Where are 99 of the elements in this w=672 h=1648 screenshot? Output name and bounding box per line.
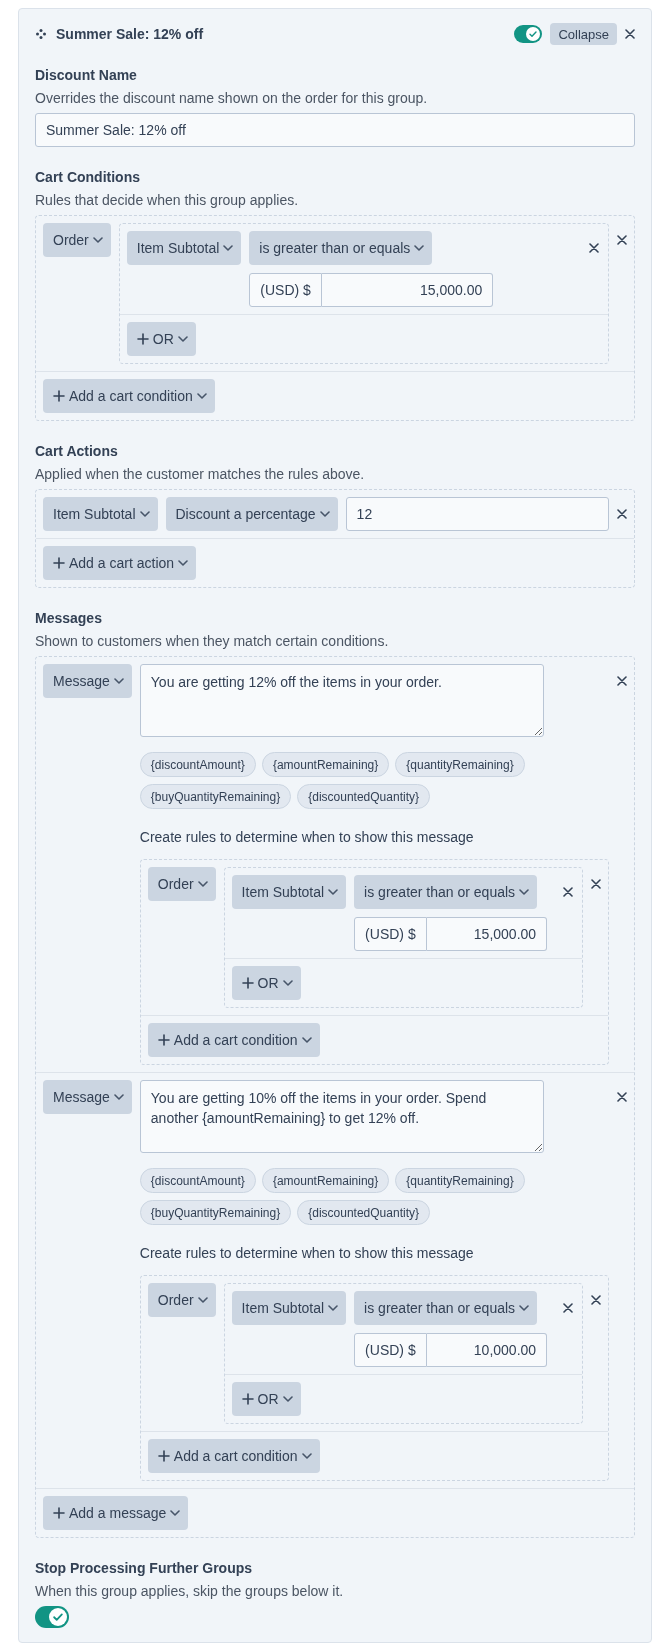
chevron-down-icon [139,511,150,517]
token-chip[interactable]: {amountRemaining} [261,1168,390,1193]
chevron-down-icon [177,336,188,342]
percentage-input[interactable]: 12 [345,497,609,531]
token-chip[interactable]: {amountRemaining} [261,752,390,777]
drag-handle-icon[interactable] [36,29,46,39]
scope-dropdown[interactable]: Order [147,867,216,901]
section-label: Cart Actions [35,442,119,461]
token-chip[interactable]: {discountedQuantity} [297,784,430,809]
chevron-down-icon [414,245,425,251]
token-chip[interactable]: {discountAmount} [139,752,256,777]
message-type-dropdown[interactable]: Message [43,664,132,698]
token-chip[interactable]: {quantityRemaining} [395,1168,525,1193]
section-label: Cart Conditions [35,168,141,187]
message-textarea[interactable]: You are getting 12% off the items in your order. [139,664,544,737]
check-icon [526,27,541,41]
amount-input[interactable]: 15,000.00 [426,917,548,951]
close-icon[interactable] [589,243,599,253]
or-button[interactable]: OR [231,1382,301,1416]
add-condition-button[interactable]: Add a cart condition [43,379,215,413]
add-message-button[interactable]: Add a message [43,1496,189,1530]
currency-prefix: (USD) $ [354,1333,427,1367]
action-type-dropdown[interactable]: Discount a percentage [165,497,338,531]
token-chip[interactable]: {buyQuantityRemaining} [139,1200,292,1225]
close-icon[interactable] [563,887,573,897]
plus-icon [241,1393,254,1405]
operator-dropdown[interactable]: is greater than or equals [354,1291,538,1325]
plus-icon [157,1034,170,1046]
plus-icon [53,390,65,402]
chevron-down-icon [197,881,208,887]
chevron-down-icon [170,1510,181,1516]
section-description: When this group applies, skip the groups below it. [35,1582,345,1601]
scope-dropdown[interactable]: Order [147,1283,216,1317]
chevron-down-icon [519,889,530,895]
currency-prefix: (USD) $ [354,917,427,951]
field-dropdown[interactable]: Item Subtotal [231,875,347,909]
target-dropdown[interactable]: Item Subtotal [43,497,158,531]
section-label: Discount Name [35,66,138,85]
chevron-down-icon [197,1297,208,1303]
section-description: Rules that decide when this group applies. [35,191,300,210]
close-icon[interactable] [616,1092,627,1102]
enabled-toggle[interactable] [514,25,543,43]
section-description: Applied when the customer matches the rules above. [35,465,366,484]
chevron-down-icon [328,1305,339,1311]
discount-name-input[interactable]: Summer Sale: 12% off [35,113,635,147]
stop-processing-toggle[interactable] [35,1606,69,1628]
chevron-down-icon [319,511,330,517]
chevron-down-icon [92,237,103,243]
plus-icon [136,333,149,345]
or-button[interactable]: OR [231,966,301,1000]
operator-dropdown[interactable]: is greater than or equals [354,875,538,909]
section-label: Messages [35,609,103,628]
rules-hint: Create rules to determine when to show this message [139,828,475,847]
add-condition-button[interactable]: Add a cart condition [147,1439,320,1473]
plus-icon [53,557,65,569]
chevron-down-icon [301,1037,312,1043]
chevron-down-icon [113,678,124,684]
close-icon[interactable] [590,1295,601,1305]
chevron-down-icon [282,980,293,986]
section-description: Overrides the discount name shown on the order for this group. [35,89,429,108]
chevron-down-icon [301,1453,312,1459]
close-icon[interactable] [563,1303,573,1313]
token-chip[interactable]: {buyQuantityRemaining} [139,784,292,809]
field-dropdown[interactable]: Item Subtotal [231,1291,347,1325]
scope-dropdown[interactable]: Order [43,223,111,257]
plus-icon [157,1450,170,1462]
close-icon[interactable] [616,509,627,519]
close-icon[interactable] [616,676,627,686]
chevron-down-icon [113,1094,124,1100]
close-icon[interactable] [625,29,635,39]
close-icon[interactable] [616,235,627,245]
chevron-down-icon [178,560,189,566]
message-textarea[interactable]: You are getting 10% off the items in your order. Spend another {amountRemaining} to get 12% off. [139,1080,544,1153]
amount-input[interactable]: 10,000.00 [426,1333,548,1367]
add-condition-button[interactable]: Add a cart condition [147,1023,320,1057]
field-dropdown[interactable]: Item Subtotal [126,231,242,265]
rules-hint: Create rules to determine when to show this message [139,1244,475,1263]
section-label: Stop Processing Further Groups [35,1559,254,1578]
add-action-button[interactable]: Add a cart action [43,546,197,580]
chevron-down-icon [328,889,339,895]
plus-icon [241,977,254,989]
amount-input[interactable]: 15,000.00 [321,273,494,307]
chevron-down-icon [519,1305,530,1311]
currency-prefix: (USD) $ [249,273,322,307]
operator-dropdown[interactable]: is greater than or equals [249,231,433,265]
chevron-down-icon [196,393,207,399]
chevron-down-icon [223,245,234,251]
or-button[interactable]: OR [126,322,196,356]
message-type-dropdown[interactable]: Message [43,1080,132,1114]
token-chip[interactable]: {quantityRemaining} [395,752,525,777]
group-title: Summer Sale: 12% off [56,25,205,44]
check-icon [49,1608,67,1626]
collapse-button[interactable]: Collapse [550,23,617,45]
token-chip[interactable]: {discountAmount} [139,1168,256,1193]
close-icon[interactable] [590,879,601,889]
chevron-down-icon [282,1396,293,1402]
token-chip[interactable]: {discountedQuantity} [297,1200,430,1225]
plus-icon [53,1507,65,1519]
section-description: Shown to customers when they match certain conditions. [35,632,390,651]
